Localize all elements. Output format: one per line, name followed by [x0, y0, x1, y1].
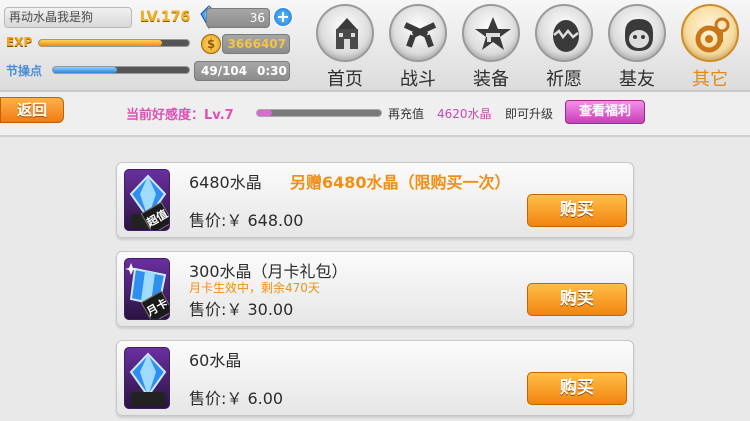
- favor-bar: 返回 当前好感度：Lv.7 再充值 4620水晶 即可升级 查看福利: [0, 92, 750, 137]
- player-nickname: 再动水晶我是狗: [4, 7, 132, 28]
- crystal-pack-image: [124, 347, 170, 409]
- star-gun-icon: [475, 17, 511, 50]
- view-benefits-button[interactable]: 查看福利: [565, 100, 645, 124]
- product-price: 售价:￥ 30.00: [189, 300, 294, 319]
- monthly-card-status: 月卡生效中，剩余470天: [189, 281, 320, 295]
- nav-battle[interactable]: 战斗: [385, 4, 449, 90]
- nav-home-label: 首页: [327, 69, 363, 90]
- buy-button[interactable]: 购买: [527, 194, 627, 227]
- product-title: 60水晶: [189, 351, 242, 370]
- egg-icon: [553, 20, 579, 52]
- exp-bar-fill: [39, 40, 162, 46]
- nav-friends-label: 基友: [619, 69, 655, 90]
- player-level: LV.176: [139, 9, 191, 25]
- crossed-guns-icon: [403, 22, 437, 48]
- castle-icon: [336, 18, 358, 49]
- gold-count: 3666407: [222, 34, 290, 54]
- crystal-pack-image: 月卡: [124, 258, 170, 320]
- action-points-box: 49/104 0:30: [194, 61, 290, 81]
- favor-level-label: 当前好感度：Lv.7: [126, 108, 234, 123]
- upgrade-label: 即可升级: [505, 107, 554, 121]
- gear-key-icon: [695, 17, 730, 53]
- recharge-label: 再充值: [388, 107, 425, 121]
- nav-wish[interactable]: 祈愿: [531, 4, 595, 90]
- buy-button[interactable]: 购买: [527, 283, 627, 316]
- nav-equipment[interactable]: 装备: [458, 4, 522, 90]
- product-card: 月卡 300水晶（月卡礼包） 月卡生效中，剩余470天 售价:￥ 30.00 购…: [116, 251, 634, 327]
- main-nav: 首页 战斗 装备 祈愿 基友 其它: [312, 4, 750, 90]
- product-price: 售价:￥ 6.00: [189, 389, 284, 408]
- buy-button[interactable]: 购买: [527, 372, 627, 405]
- product-list[interactable]: 超值 6480水晶 另赠6480水晶（限购买一次） 售价:￥ 648.00 购买…: [0, 139, 750, 421]
- gold-coin-icon: $: [201, 34, 221, 54]
- nav-friends[interactable]: 基友: [604, 4, 668, 90]
- gem-count: 36: [206, 8, 270, 28]
- product-card: 超值 6480水晶 另赠6480水晶（限购买一次） 售价:￥ 648.00 购买: [116, 162, 634, 238]
- nav-equipment-label: 装备: [473, 69, 509, 90]
- exp-bar: [38, 39, 190, 47]
- exp-label: EXP: [6, 35, 33, 49]
- crystal-icon: [129, 352, 167, 406]
- action-points-label: 节操点: [6, 64, 43, 78]
- add-gems-button[interactable]: +: [273, 7, 293, 27]
- action-points-bar: [52, 66, 190, 74]
- back-button[interactable]: 返回: [0, 97, 64, 123]
- favor-progress-bar: [256, 109, 382, 117]
- action-points-bar-fill: [53, 67, 117, 73]
- product-title: 6480水晶: [189, 173, 262, 192]
- recharge-amount: 4620水晶: [437, 107, 492, 121]
- crystal-pack-image: 超值: [124, 169, 170, 231]
- top-status-bar: 再动水晶我是狗 LV.176 36 + EXP $ 3666407 节操点 49…: [0, 0, 750, 92]
- face-icon: [625, 19, 653, 51]
- product-bonus: 另赠6480水晶（限购买一次）: [290, 173, 511, 192]
- favor-progress-fill: [257, 110, 272, 116]
- nav-other-label: 其它: [692, 69, 728, 90]
- nav-wish-label: 祈愿: [546, 69, 582, 90]
- action-points-value: 49/104: [201, 64, 248, 78]
- product-card: 60水晶 售价:￥ 6.00 购买: [116, 340, 634, 416]
- nav-home[interactable]: 首页: [312, 4, 376, 90]
- action-points-timer: 0:30: [257, 64, 287, 78]
- product-price: 售价:￥ 648.00: [189, 211, 304, 230]
- nav-battle-label: 战斗: [400, 69, 436, 90]
- nav-other[interactable]: 其它: [677, 4, 741, 90]
